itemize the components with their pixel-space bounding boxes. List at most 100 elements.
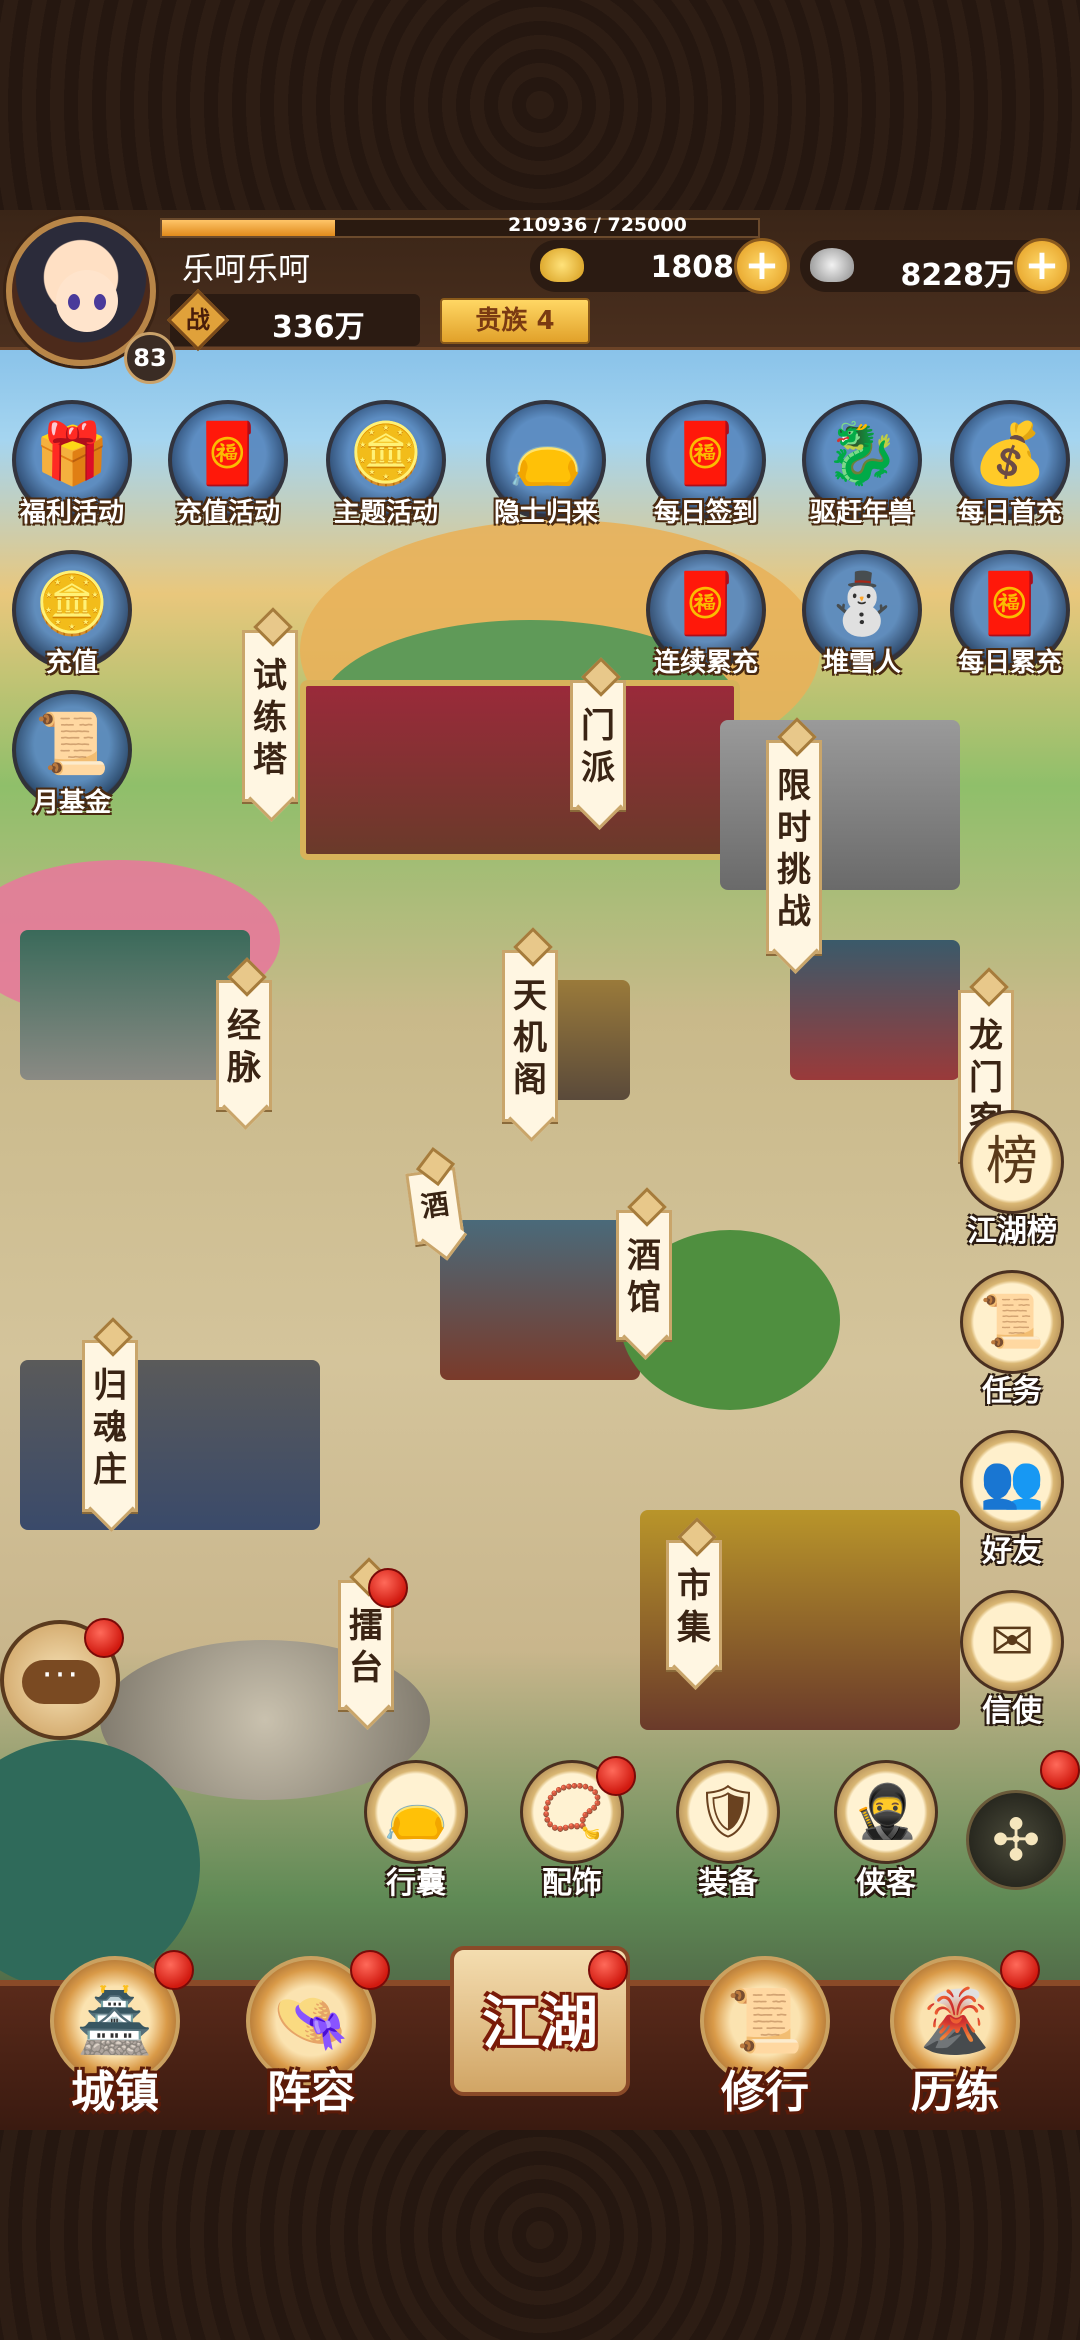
event-label: 每日签到 [653,498,758,528]
gold-ingot-icon: 🪙 [34,569,110,639]
red-envelope-icon: 🧧 [972,569,1048,639]
notification-dot [596,1756,636,1796]
event-label: 每日首充 [957,498,1062,528]
button-label: 江湖榜 [967,1214,1057,1249]
exp-bar-fill [162,220,335,236]
top-hud: 210936 / 725000 乐呵乐呵 1808 + 8228万 + 战 33… [0,210,1080,352]
event-monthly-fund[interactable]: 📜 月基金 [2,690,142,820]
combat-power-icon: 战 [166,288,230,352]
bag-icon: 👝 [383,1782,449,1842]
event-label: 连续累充 [653,648,758,678]
event-label: 驱赶年兽 [809,498,914,528]
quest-scroll-icon: 📜 [979,1292,1045,1352]
noble-rank-badge[interactable]: 贵族 4 [440,298,590,344]
expand-menu-button[interactable]: ✣ [966,1790,1066,1890]
button-label: 行囊 [386,1866,446,1901]
avatar-face [56,270,118,332]
gold-currency: 1808 + [530,238,790,294]
armor-icon: 🛡 [694,1782,761,1842]
event-continuous-recharge[interactable]: 🧧 连续累充 [636,550,776,680]
fortune-bag-icon: 👝 [508,419,584,489]
add-silver-button[interactable]: + [1014,238,1070,294]
banner-sect[interactable]: 门派 [570,680,626,810]
red-packet-icon: 🧧 [190,419,266,489]
bottom-nav: 🏯 城镇 👒 阵容 江湖 📜 修行 🌋 历练 [0,1946,1080,2130]
player-name: 乐呵乐呵 [182,250,311,288]
letterbox-top [0,0,1080,210]
chat-icon: ··· [22,1658,100,1704]
event-snowman[interactable]: ⛄ 堆雪人 [792,550,932,680]
event-daily-first-recharge[interactable]: 💰 每日首充 [940,400,1080,530]
banner-market[interactable]: 市集 [666,1540,722,1670]
button-label: 任务 [982,1374,1042,1409]
challenge-statue [720,720,960,890]
friends-icon: 👥 [979,1452,1045,1512]
event-recharge[interactable]: 🧧 充值活动 [158,400,298,530]
notification-dot [588,1950,628,1990]
hero-button[interactable]: 🥷 侠客 [826,1760,946,1901]
button-label: 配饰 [542,1866,602,1901]
nav-label: 城镇 [71,2067,159,2118]
button-label: 装备 [698,1866,758,1901]
gift-pot-icon: 🎁 [34,419,110,489]
hero-icon: 🥷 [853,1782,919,1842]
longmen-inn [790,940,960,1080]
banner-trial-tower[interactable]: 试练塔 [242,630,298,802]
nav-label: 修行 [721,2067,809,2118]
button-label: 侠客 [856,1866,916,1901]
messenger-button[interactable]: ✉ 信使 [952,1590,1072,1730]
notification-dot [350,1950,390,1990]
sect-palace [300,680,740,860]
banner-guihun[interactable]: 归魂庄 [82,1340,138,1512]
nian-beast-icon: 🐉 [824,419,900,489]
expand-menu-icon: ✣ [991,1806,1041,1874]
silver-ingot-icon [810,248,854,282]
event-daily-checkin[interactable]: 🧧 每日签到 [636,400,776,530]
event-topup[interactable]: 🪙 充值 [2,550,142,680]
event-hermit-return[interactable]: 👝 隐士归来 [476,400,616,530]
notification-dot [1000,1950,1040,1990]
avatar-eye [94,294,106,310]
notification-dot [84,1618,124,1658]
gold-ingot-icon: 💰 [972,419,1048,489]
ranking-button[interactable]: 榜 江湖榜 [952,1110,1072,1250]
event-label: 充值 [45,648,98,678]
nav-label: 历练 [911,2067,999,2118]
snowman-icon: ⛄ [824,569,900,639]
game-screen: 210936 / 725000 乐呵乐呵 1808 + 8228万 + 战 33… [0,210,1080,2130]
gold-ingot-icon: 🪙 [348,419,424,489]
banner-timed-challenge[interactable]: 限时挑战 [766,740,822,954]
banner-meridian[interactable]: 经脉 [216,980,272,1110]
nav-cultivation[interactable]: 📜 修行 [690,1956,840,2126]
event-daily-accumulated[interactable]: 🧧 每日累充 [940,550,1080,680]
tavern-building [440,1220,640,1380]
bag-button[interactable]: 👝 行囊 [356,1760,476,1901]
quest-button[interactable]: 📜 任务 [952,1270,1072,1410]
event-nian-beast[interactable]: 🐉 驱赶年兽 [792,400,932,530]
nav-label: 阵容 [267,2067,355,2118]
tavern-flag: 酒 [405,1166,465,1246]
notification-dot [1040,1750,1080,1790]
silver-amount: 8228万 [900,258,1015,293]
silver-currency: 8228万 + [800,238,1070,294]
ranking-icon: 榜 [985,1132,1038,1192]
letterbox-bottom [0,2130,1080,2340]
gold-ingot-icon [540,248,584,282]
event-label: 堆雪人 [822,648,901,678]
friends-button[interactable]: 👥 好友 [952,1430,1072,1570]
event-theme[interactable]: 🪙 主题活动 [316,400,456,530]
banner-tianji[interactable]: 天机阁 [502,950,558,1122]
event-label: 福利活动 [19,498,124,528]
scroll-sword-icon: 📜 [34,709,110,779]
add-gold-button[interactable]: + [734,238,790,294]
notification-dot [154,1950,194,1990]
event-label: 充值活动 [175,498,280,528]
banner-tavern[interactable]: 酒馆 [616,1210,672,1340]
guihun-forge [20,1360,320,1530]
red-packet-icon: 🧧 [668,419,744,489]
combat-power: 战 336万 [166,288,420,352]
red-envelope-icon: 🧧 [668,569,744,639]
event-welfare[interactable]: 🎁 福利活动 [2,400,142,530]
button-label: 信使 [982,1694,1042,1729]
equipment-button[interactable]: 🛡 装备 [668,1760,788,1901]
